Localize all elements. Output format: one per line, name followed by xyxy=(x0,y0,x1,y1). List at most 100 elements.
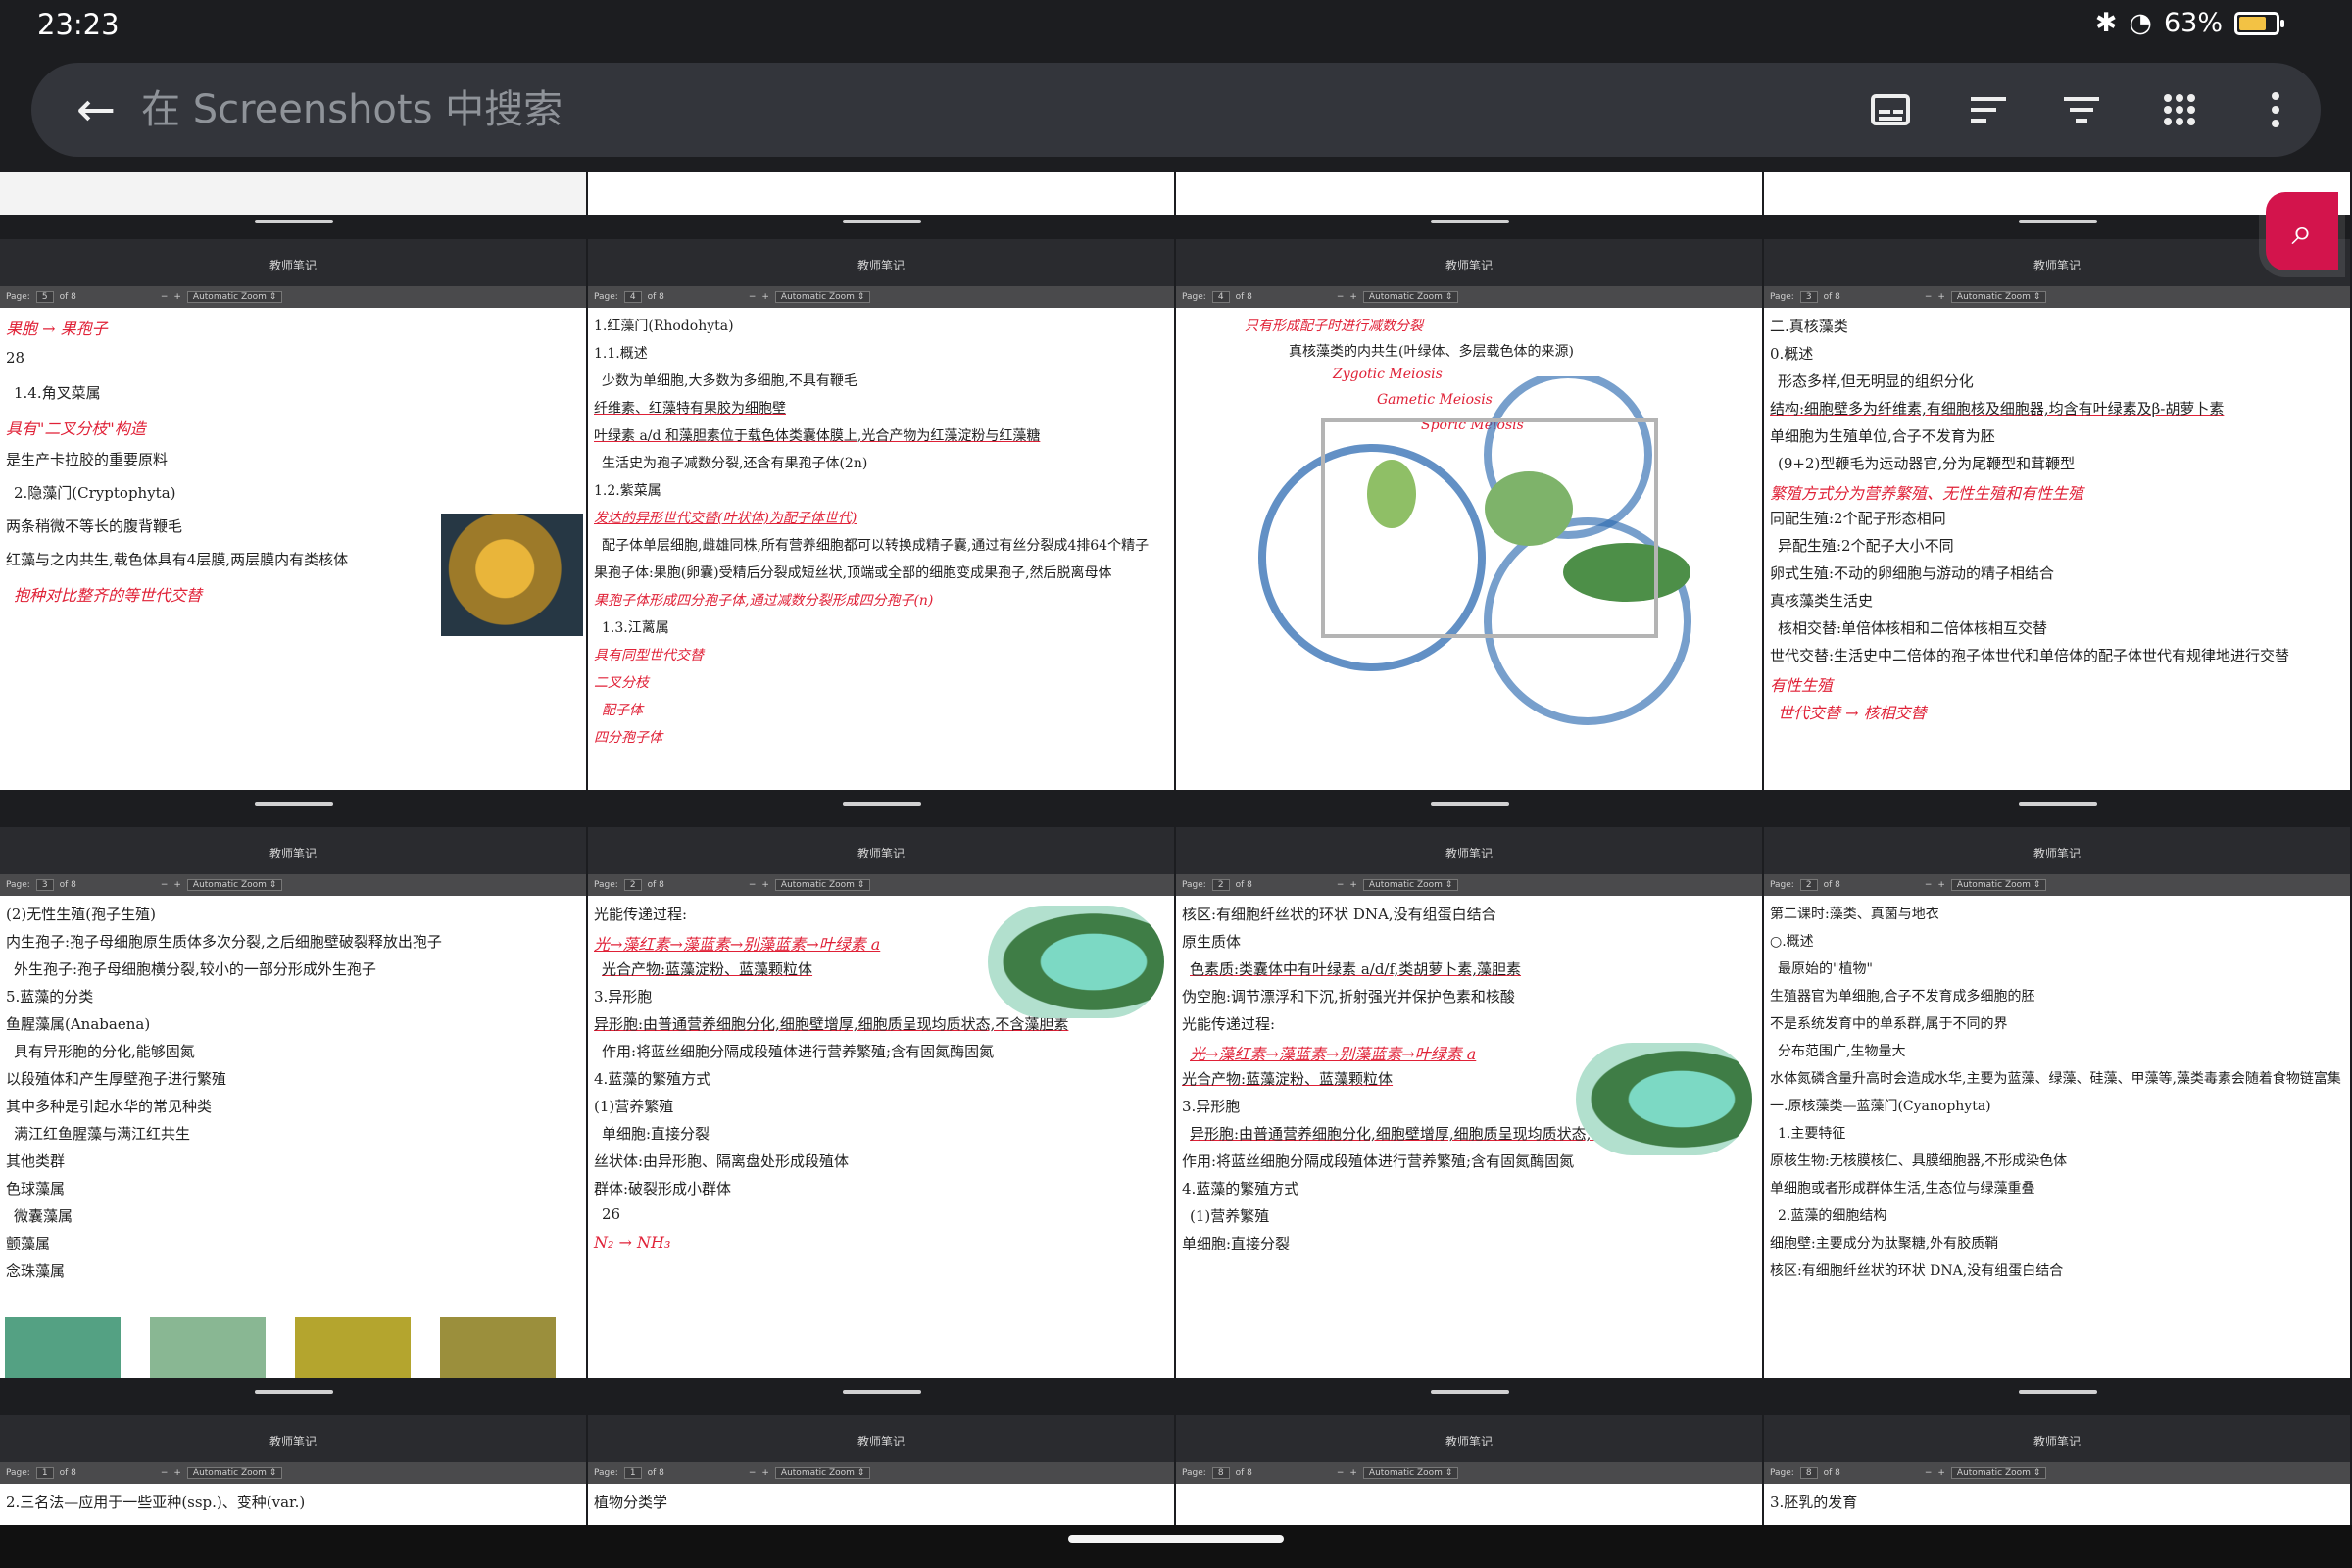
note-line: 配子体 xyxy=(602,703,643,718)
algae-photo xyxy=(295,1317,411,1378)
screenshot-thumbnail[interactable]: 教师笔记 Page: 2 of 8− + Automatic Zoom ⇕ 光能传递过程: 光… xyxy=(588,827,1174,1378)
algae-photo xyxy=(5,1317,121,1378)
screenshot-thumbnail[interactable]: 教师笔记 Page: 2 of 8 − + Automatic Zoom ⇕ 第二课时:藻类、… xyxy=(1764,827,2350,1378)
zoom-select: Automatic Zoom ⇕ xyxy=(186,879,283,891)
filter-icon[interactable] xyxy=(2060,88,2103,131)
note-line: 核区:有细胞纤丝状的环状 DNA,没有组蛋白结合 xyxy=(1770,1263,2064,1279)
back-arrow-icon[interactable]: ← xyxy=(69,82,123,137)
pdf-toolbar: Page: 3 of 8 − + Automatic Zoom ⇕ xyxy=(1764,286,2350,308)
tile-page xyxy=(0,172,586,215)
note-line: 0.概述 xyxy=(1770,345,1814,363)
battery-percentage: 63% xyxy=(2163,8,2223,38)
screenshot-thumbnail[interactable]: 教师笔记 Page: 8 of 8 − + Automatic Zoom ⇕ 3.胚乳的发育 xyxy=(1764,1415,2350,1525)
pdf-toolbar: Page: 2 of 8 − + Automatic Zoom ⇕ xyxy=(1764,874,2350,896)
note-line: 果孢子体:果胞(卵囊)受精后分裂成短丝状,顶端或全部的细胞变成果孢子,然后脱离母… xyxy=(594,565,1112,581)
zoom-in-button: + xyxy=(1937,880,1945,890)
tile-header: 教师笔记 xyxy=(588,239,1174,286)
pdf-toolbar: Page: 8 of 8 − + Automatic Zoom ⇕ xyxy=(1764,1462,2350,1484)
search-input[interactable] xyxy=(141,82,1758,137)
thumbnail-divider-handle xyxy=(255,802,333,806)
tile-header: 教师笔记 xyxy=(1176,827,1762,874)
page-label: Page: xyxy=(6,292,30,302)
tile-header: 教师笔记 xyxy=(1764,827,2350,874)
bluetooth-icon: ✱ xyxy=(2094,8,2118,38)
note-line: 4.蓝藻的繁殖方式 xyxy=(594,1070,711,1088)
zoom-out-button: − xyxy=(1924,292,1933,302)
sort-icon[interactable] xyxy=(1967,88,2010,131)
screenshot-thumbnail[interactable]: 教师笔记 Page: 3 of 8 − + Automatic Zoom ⇕ 二.真核藻类 0.… xyxy=(1764,239,2350,790)
page-total: of 8 xyxy=(1823,292,1840,302)
home-indicator[interactable] xyxy=(1068,1535,1284,1543)
pdf-toolbar: Page: 3 of 8 − + Automatic Zoom ⇕ xyxy=(0,874,586,896)
note-line: 有性生殖 xyxy=(1770,676,1834,695)
screenshot-thumbnail[interactable]: 教师笔记 Page: 1 of 8 − + Automatic Zoom ⇕ 2.三名法—应用… xyxy=(0,1415,586,1525)
tile-page-content: 第二课时:藻类、真菌与地衣 ○.概述 最原始的"植物" 生殖器官为单细胞,合子不发育成… xyxy=(1764,896,2350,1378)
zoom-select: Automatic Zoom ⇕ xyxy=(1362,879,1459,891)
zoom-out-button: − xyxy=(160,292,169,302)
thumbnail-divider-handle xyxy=(2019,220,2097,223)
note-line: 丝状体:由异形胞、隔离盘处形成段殖体 xyxy=(594,1152,850,1170)
subtitles-icon[interactable] xyxy=(1869,88,1912,131)
page-number: 3 xyxy=(1799,291,1818,303)
note-line: 配子体单层细胞,雌雄同株,所有营养细胞都可以转换成精子囊,通过有丝分裂成4排64… xyxy=(602,538,1150,554)
tile-header: 教师笔记 xyxy=(0,239,586,286)
page-label: Page: xyxy=(594,292,618,302)
tile-page-content xyxy=(1176,1484,1762,1525)
grid-view-icon[interactable] xyxy=(2158,88,2201,131)
more-vertical-icon[interactable] xyxy=(2254,88,2297,131)
tile-page-content: 2.三名法—应用于一些亚种(ssp.)、变种(var.) xyxy=(0,1484,586,1525)
note-line: 色素质:类囊体中有叶绿素 a/d/f,类胡萝卜素,藻胆素 xyxy=(1190,960,1522,978)
screenshot-thumbnail[interactable]: 教师笔记 Page: 4 of 8 − + Automatic Zoom ⇕ 1.红藻门(Rh… xyxy=(588,239,1174,790)
note-line: 群体:破裂形成小群体 xyxy=(594,1180,732,1198)
page-number: 1 xyxy=(35,1467,54,1479)
note-line: 光能传递过程: xyxy=(594,906,688,923)
clock: 23:23 xyxy=(37,8,120,41)
note-line: 1.3.江蓠属 xyxy=(602,620,669,636)
screenshot-thumbnail[interactable] xyxy=(1764,172,2350,215)
note-line: N₂ → NH₃ xyxy=(594,1233,671,1251)
screenshot-thumbnail[interactable]: 教师笔记 Page: 4 of 8 − + Automatic Zoom ⇕ 只有形成配子时进… xyxy=(1176,239,1762,790)
note-line: 以段殖体和产生厚壁孢子进行繁殖 xyxy=(6,1070,227,1088)
note-line: 结构:细胞壁多为纤维素,有细胞核及细胞器,均含有叶绿素及β-胡萝卜素 xyxy=(1770,400,2225,417)
page-number: 8 xyxy=(1211,1467,1230,1479)
screenshot-thumbnail[interactable]: 教师笔记 Page: 5 of 8 − + Automatic Zoom ⇕ 果胞 → 果孢子… xyxy=(0,239,586,790)
zoom-select: Automatic Zoom ⇕ xyxy=(1950,291,2047,303)
screenshot-thumbnail[interactable] xyxy=(0,172,586,215)
pdf-toolbar: Page: 4 of 8 − + Automatic Zoom ⇕ xyxy=(1176,286,1762,308)
tile-header: 教师笔记 xyxy=(588,1415,1174,1462)
screenshot-thumbnail[interactable] xyxy=(588,172,1174,215)
page-label: Page: xyxy=(1770,1468,1794,1478)
search-bar: ← xyxy=(31,63,2321,157)
screenshot-thumbnail[interactable]: 教师笔记 Page: 1 of 8 − + Automatic Zoom ⇕ 植物分类学 xyxy=(588,1415,1174,1525)
note-line: 1.2.紫菜属 xyxy=(594,483,662,499)
note-line: 繁殖方式分为营养繁殖、无性生殖和有性生殖 xyxy=(1770,484,2084,503)
screenshot-thumbnail[interactable]: 教师笔记 Page: 2 of 8 − + Automatic Zoom ⇕ 核区:有细胞纤丝… xyxy=(1176,827,1762,1378)
note-line: 4.蓝藻的繁殖方式 xyxy=(1182,1180,1299,1198)
note-line: 二叉分枝 xyxy=(594,675,649,691)
page-label: Page: xyxy=(1182,1468,1206,1478)
note-line: 两条稍微不等长的腹背鞭毛 xyxy=(6,517,183,535)
thumbnail-divider-handle xyxy=(843,1390,921,1394)
note-line: 果孢子体形成四分孢子体,通过减数分裂形成四分孢子(n) xyxy=(594,593,934,609)
note-line: 26 xyxy=(602,1205,621,1223)
page-total: of 8 xyxy=(647,292,664,302)
screenshot-thumbnail[interactable] xyxy=(1176,172,1762,215)
zoom-in-icon[interactable]: ⌕ xyxy=(2266,192,2338,270)
note-line: 单细胞:直接分裂 xyxy=(1182,1235,1291,1252)
note-line: 1.红藻门(Rhodohyta) xyxy=(594,318,734,334)
note-line: 5.蓝藻的分类 xyxy=(6,988,94,1005)
page-number: 4 xyxy=(1211,291,1230,303)
screenshot-thumbnail[interactable]: 教师笔记 Page: 3 of 8 − + Automatic Zoom ⇕ (2)无性生殖(… xyxy=(0,827,586,1378)
thumbnail-divider-handle xyxy=(1431,220,1509,223)
screenshot-thumbnail[interactable]: 教师笔记 Page: 8 of 8 − + Automatic Zoom ⇕ xyxy=(1176,1415,1762,1525)
note-line: 红藻与之内共生,载色体具有4层膜,两层膜内有类核体 xyxy=(6,551,349,568)
page-number: 4 xyxy=(623,291,642,303)
page-number: 1 xyxy=(623,1467,642,1479)
note-line: 其他类群 xyxy=(6,1152,66,1170)
note-line: 少数为单细胞,大多数为多细胞,不具有鞭毛 xyxy=(602,373,858,389)
note-line: 具有"二叉分枝"构造 xyxy=(6,419,146,438)
tile-header: 教师笔记 xyxy=(1176,1415,1762,1462)
note-line: 1.主要特征 xyxy=(1778,1126,1846,1142)
note-line: 只有形成配子时进行减数分裂 xyxy=(1245,318,1423,334)
thumbnail-grid: 教师笔记 Page: 5 of 8− + Automatic Zoom ⇕ 果胞 → 果孢子… xyxy=(0,172,2352,1525)
